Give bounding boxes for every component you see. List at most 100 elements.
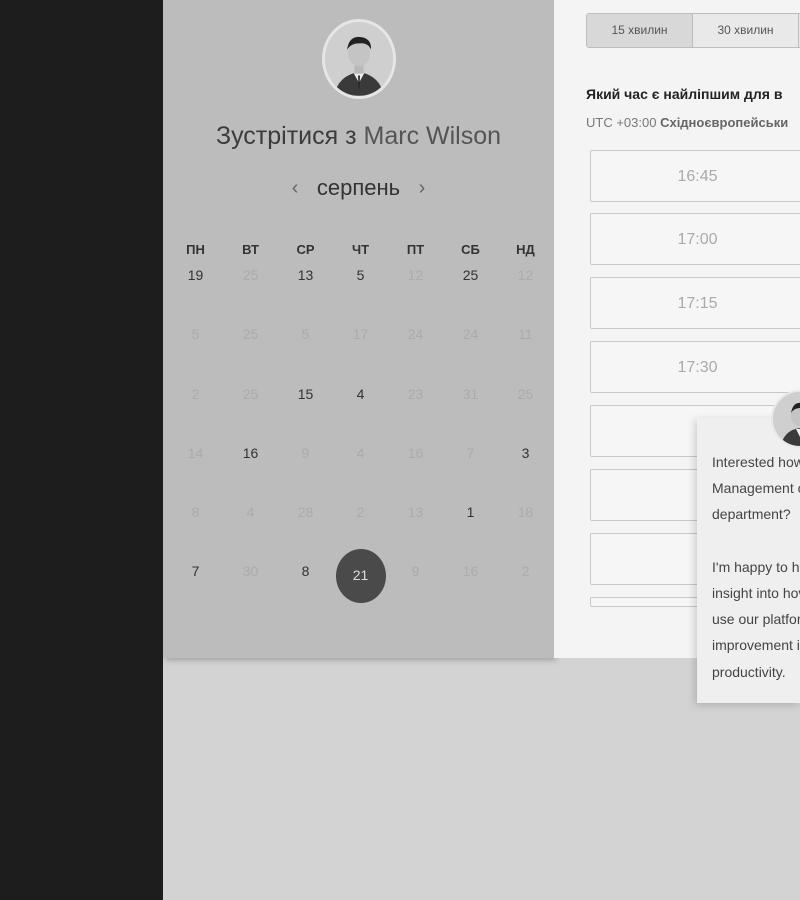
- chat-message-line: insight into hov: [712, 585, 800, 601]
- calendar-day-number: 19: [187, 267, 204, 283]
- prev-month-button[interactable]: ‹: [278, 177, 313, 200]
- calendar-day-number: 28: [297, 504, 314, 521]
- calendar-day-available[interactable]: 13: [278, 259, 333, 318]
- calendar-day-number: 1: [466, 504, 475, 521]
- time-slot[interactable]: 17:15: [590, 277, 800, 329]
- chat-message-line: productivity.: [712, 664, 786, 680]
- calendar-day-number: 7: [191, 563, 200, 580]
- calendar-day-available[interactable]: 25: [443, 259, 498, 318]
- host-photo: [325, 22, 393, 96]
- calendar-day-available[interactable]: 5: [333, 259, 388, 318]
- calendar-day-number: 25: [242, 267, 259, 283]
- time-question-heading: Який час є найліпшим для в: [586, 86, 783, 102]
- calendar-day-unavailable: 12: [388, 259, 443, 318]
- calendar-day-number: 9: [301, 444, 310, 461]
- calendar-day-number: 17: [352, 326, 369, 343]
- calendar-day-number: 25: [242, 326, 259, 343]
- calendar-day-available[interactable]: 1: [443, 496, 498, 555]
- calendar-day-number: 8: [191, 504, 200, 521]
- month-navigation: ‹ серпень ›: [163, 175, 554, 201]
- calendar-day-number: 23: [407, 385, 424, 402]
- weekday-header: ПН ВТ СР ЧТ ПТ СБ НД: [168, 241, 554, 259]
- calendar-week-row: 8 4 28 2 13 1 18: [168, 496, 554, 555]
- chat-popup[interactable]: Interested how Management c department? …: [697, 418, 800, 703]
- calendar-day-number: 2: [356, 504, 365, 521]
- chat-message-line: improvement i: [712, 637, 800, 653]
- calendar-day-number: 18: [517, 504, 534, 521]
- calendar-day-unavailable: 2: [498, 555, 553, 614]
- chat-message-line: Interested how: [712, 454, 800, 470]
- calendar-day-available[interactable]: 3: [498, 437, 553, 496]
- calendar-day-available[interactable]: 8: [278, 555, 333, 614]
- calendar-day-unavailable: 9: [278, 437, 333, 496]
- weekday-label: ПТ: [406, 242, 425, 257]
- calendar-day-available[interactable]: 4: [333, 378, 388, 437]
- time-slot[interactable]: 17:30: [590, 341, 800, 393]
- title-prefix: Зустрітися з: [215, 122, 357, 150]
- calendar-day-number: 16: [462, 563, 479, 580]
- chat-message-line: Management c: [712, 480, 800, 496]
- weekday-label: ПН: [186, 242, 205, 257]
- calendar-day-number: 7: [466, 444, 475, 461]
- calendar-day-unavailable: 11: [498, 318, 553, 377]
- date-calendar: ПН ВТ СР ЧТ ПТ СБ НД 19 25 13 5 12 25 12 5 25 5 17…: [168, 241, 554, 615]
- calendar-day-number: 4: [356, 385, 365, 402]
- calendar-day-number: 12: [407, 267, 424, 283]
- calendar-day-number: 3: [521, 444, 530, 461]
- weekday-label: СБ: [461, 242, 480, 257]
- weekday-label: ВТ: [242, 242, 259, 257]
- calendar-week-row: 7 30 8 21 9 16 2: [168, 549, 554, 614]
- calendar-week-row: 14 16 9 4 16 7 3: [168, 437, 554, 496]
- dark-sidebar-strip: [0, 0, 163, 900]
- calendar-day-number: 31: [462, 385, 479, 402]
- calendar-day-number: 4: [246, 504, 255, 521]
- calendar-day-number: 14: [187, 444, 204, 461]
- host-avatar: [322, 19, 396, 99]
- calendar-day-number: 13: [297, 267, 314, 283]
- time-slot[interactable]: 16:45: [590, 150, 800, 202]
- weekday-label: СР: [296, 242, 315, 257]
- calendar-day-unavailable: 5: [168, 318, 223, 377]
- calendar-day-number: 5: [356, 267, 365, 283]
- calendar-day-unavailable: 4: [333, 437, 388, 496]
- calendar-day-available[interactable]: 16: [223, 437, 278, 496]
- calendar-day-number: 13: [407, 504, 424, 521]
- calendar-day-number: 2: [521, 563, 530, 580]
- weekday-label: ЧТ: [351, 242, 370, 257]
- calendar-day-number: 24: [407, 326, 424, 343]
- calendar-day-unavailable: 17: [333, 318, 388, 377]
- calendar-day-number: 15: [297, 385, 314, 402]
- calendar-day-number: 4: [356, 444, 365, 461]
- calendar-day-unavailable: 18: [498, 496, 553, 555]
- calendar-day-number: 9: [411, 563, 420, 580]
- calendar-day-unavailable: 2: [333, 496, 388, 555]
- calendar-day-number: 8: [301, 563, 310, 580]
- calendar-week-row: 5 25 5 17 24 24 11: [168, 318, 554, 377]
- calendar-day-number: 2: [191, 385, 200, 402]
- calendar-day-selected[interactable]: 21: [333, 549, 388, 614]
- calendar-day-number: 21: [335, 549, 386, 604]
- meeting-title: Зустрітися з Marc Wilson: [163, 122, 554, 151]
- timezone-selector[interactable]: UTC +03:00 Східноєвропейськи: [586, 115, 788, 130]
- calendar-day-unavailable: 14: [168, 437, 223, 496]
- calendar-day-number: 11: [518, 326, 533, 343]
- calendar-day-unavailable: 8: [168, 496, 223, 555]
- calendar-day-unavailable: 25: [223, 318, 278, 377]
- timezone-name: Східноєвропейськи: [660, 115, 789, 130]
- calendar-day-unavailable: 25: [223, 378, 278, 437]
- calendar-day-available[interactable]: 7: [168, 555, 223, 614]
- time-slot[interactable]: 17:00: [590, 213, 800, 265]
- tab-30-minutes[interactable]: 30 хвилин: [693, 14, 799, 47]
- chat-message-line: I'm happy to he: [712, 559, 800, 575]
- next-month-button[interactable]: ›: [405, 177, 440, 200]
- calendar-day-unavailable: 16: [443, 555, 498, 614]
- calendar-day-available[interactable]: 15: [278, 378, 333, 437]
- tab-15-minutes[interactable]: 15 хвилин: [587, 14, 693, 47]
- calendar-day-unavailable: 23: [388, 378, 443, 437]
- calendar-day-unavailable: 30: [223, 555, 278, 614]
- calendar-day-number: 16: [407, 444, 424, 461]
- calendar-day-number: 16: [242, 444, 259, 461]
- weekday-label: НД: [516, 242, 535, 257]
- calendar-day-available[interactable]: 19: [168, 259, 223, 318]
- calendar-day-number: 30: [242, 563, 259, 580]
